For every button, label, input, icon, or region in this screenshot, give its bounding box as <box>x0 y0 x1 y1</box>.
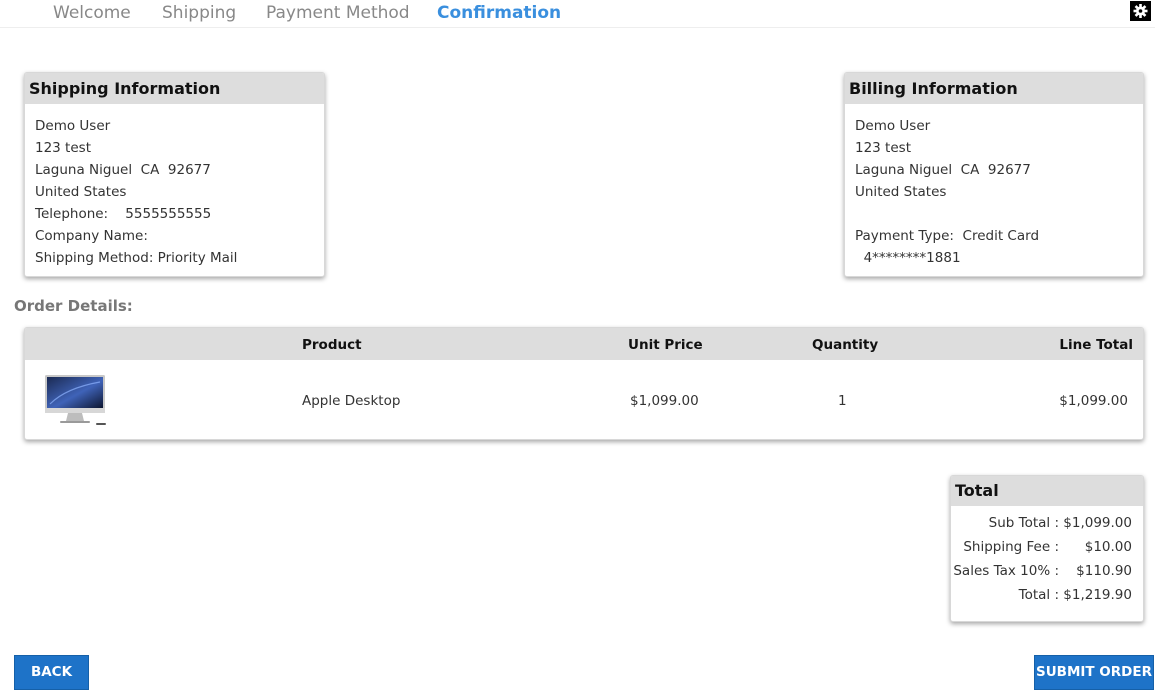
telephone-label: Telephone: <box>35 206 109 222</box>
billing-country: United States <box>855 184 947 200</box>
step-payment-method[interactable]: Payment Method <box>266 2 410 24</box>
billing-information-card: Billing Information Demo User 123 test L… <box>844 72 1144 277</box>
billing-information-title: Billing Information <box>845 73 1143 104</box>
submit-order-button[interactable]: SUBMIT ORDER <box>1034 655 1154 690</box>
line-total: $1,099.00 <box>1059 393 1128 409</box>
sales-tax-label: Sales Tax 10% : <box>953 563 1059 579</box>
step-confirmation[interactable]: Confirmation <box>437 2 561 24</box>
checkout-steps: Welcome Shipping Payment Method Confirma… <box>0 0 1155 28</box>
order-total-card: Total Sub Total : $1,099.00 Shipping Fee… <box>950 475 1144 622</box>
desktop-computer-image <box>44 374 108 428</box>
card-number-row: 4********1881 <box>855 247 1143 269</box>
billing-spacer <box>855 203 1143 225</box>
quantity: 1 <box>838 393 847 409</box>
billing-address: 123 test <box>855 140 911 156</box>
subtotal-value: $1,099.00 <box>1063 515 1132 531</box>
product-name: Apple Desktop <box>302 393 401 409</box>
billing-city-state-zip: Laguna Niguel CA 92677 <box>855 162 1031 178</box>
payment-type-label: Payment Type: <box>855 228 954 244</box>
step-shipping[interactable]: Shipping <box>162 2 236 24</box>
unit-price: $1,099.00 <box>630 393 699 409</box>
shipping-method-label: Shipping Method: <box>35 250 154 266</box>
column-header-quantity: Quantity <box>812 337 879 353</box>
table-header: Product Unit Price Quantity Line Total <box>25 328 1143 360</box>
shipping-address: 123 test <box>35 140 91 156</box>
table-row: Apple Desktop $1,099.00 1 $1,099.00 <box>25 360 1143 439</box>
shipping-fee-label: Shipping Fee : <box>963 539 1059 555</box>
total-title: Total <box>951 476 1143 506</box>
shipping-telephone-row: Telephone: 5555555555 <box>35 203 324 225</box>
grand-total-label: Total : <box>1018 587 1059 603</box>
shipping-country: United States <box>35 184 127 200</box>
shipping-information-card: Shipping Information Demo User 123 test … <box>24 72 325 277</box>
column-header-line-total: Line Total <box>1059 337 1133 353</box>
column-header-product: Product <box>302 337 362 353</box>
shipping-city-state-zip: Laguna Niguel CA 92677 <box>35 162 211 178</box>
company-label: Company Name: <box>35 228 148 244</box>
back-button[interactable]: BACK <box>14 655 89 690</box>
subtotal-label: Sub Total : <box>988 515 1059 531</box>
shipping-fee-value: $10.00 <box>1084 539 1132 555</box>
column-header-unit-price: Unit Price <box>628 337 703 353</box>
card-number: 4********1881 <box>863 250 961 266</box>
shipping-method-row: Shipping Method: Priority Mail <box>35 247 324 269</box>
payment-type-value: Credit Card <box>962 228 1040 244</box>
telephone-value: 5555555555 <box>125 206 212 222</box>
shipping-method-value: Priority Mail <box>157 250 238 266</box>
grand-total-value: $1,219.90 <box>1063 587 1132 603</box>
order-details-title: Order Details: <box>14 297 133 315</box>
shipping-company-row: Company Name: <box>35 225 324 247</box>
shipping-name: Demo User <box>35 118 111 134</box>
sales-tax-value: $110.90 <box>1076 563 1132 579</box>
gear-icon[interactable] <box>1130 1 1151 21</box>
shipping-information-title: Shipping Information <box>25 73 324 104</box>
payment-type-row: Payment Type: Credit Card <box>855 225 1143 247</box>
step-welcome[interactable]: Welcome <box>53 2 131 24</box>
order-details-table: Product Unit Price Quantity Line Total A… <box>24 327 1144 440</box>
billing-name: Demo User <box>855 118 931 134</box>
